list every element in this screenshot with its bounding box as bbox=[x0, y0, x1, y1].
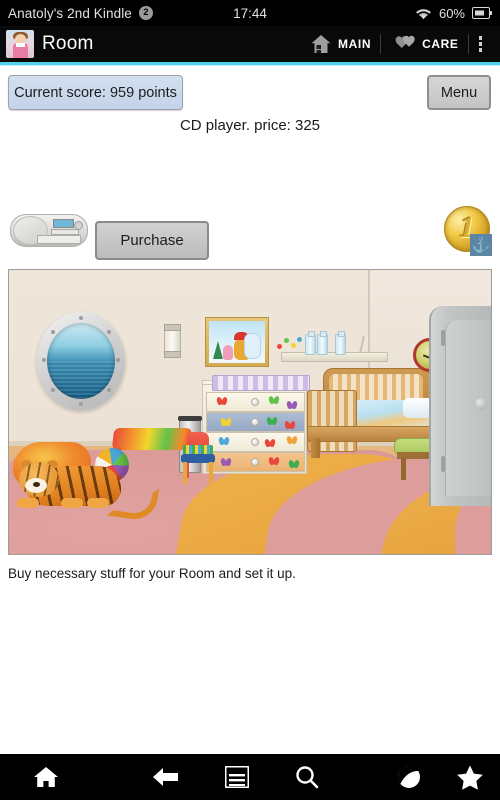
header-action-care-label: CARE bbox=[422, 37, 459, 51]
status-bar-right: 60% bbox=[415, 6, 492, 21]
notification-badge[interactable]: 2 bbox=[138, 6, 153, 20]
butterfly-dresser[interactable] bbox=[202, 384, 307, 474]
wifi-icon bbox=[415, 7, 432, 20]
back-arrow-icon bbox=[153, 766, 179, 788]
nav-favorites-button[interactable] bbox=[457, 765, 483, 790]
home-icon bbox=[33, 765, 59, 789]
nav-center-group bbox=[92, 765, 380, 789]
menu-icon bbox=[225, 766, 249, 788]
battery-percent: 60% bbox=[438, 5, 465, 21]
header-actions: MAIN CARE bbox=[301, 26, 494, 62]
header-action-main[interactable]: MAIN bbox=[301, 26, 380, 62]
star-icon bbox=[457, 765, 483, 790]
nav-search-button[interactable] bbox=[295, 765, 319, 789]
page-title: Room bbox=[42, 33, 94, 54]
room-scene-image[interactable] bbox=[8, 269, 492, 555]
battery-icon bbox=[472, 7, 492, 19]
porthole-window[interactable] bbox=[37, 312, 125, 410]
header-action-main-label: MAIN bbox=[338, 37, 372, 51]
search-icon bbox=[295, 765, 319, 789]
winnie-the-pooh-picture[interactable] bbox=[205, 317, 269, 367]
cd-player-icon bbox=[10, 207, 88, 249]
dresser-top-mat bbox=[212, 375, 310, 391]
rainbow-table[interactable] bbox=[111, 428, 193, 450]
header-action-care[interactable]: CARE bbox=[381, 26, 467, 62]
nav-back-button[interactable] bbox=[153, 766, 179, 788]
nav-browser-button[interactable] bbox=[397, 765, 421, 789]
item-title: CD player. price: 325 bbox=[179, 117, 321, 134]
purchase-button[interactable]: Purchase bbox=[95, 221, 209, 260]
bottom-navigation-bar bbox=[0, 754, 500, 800]
app-header: Room MAIN CARE bbox=[0, 26, 500, 62]
nav-home-button[interactable] bbox=[0, 754, 92, 800]
door[interactable] bbox=[429, 306, 491, 506]
overflow-menu-icon[interactable] bbox=[469, 36, 495, 52]
baby-bottle-2 bbox=[317, 331, 328, 355]
hanging-toy bbox=[277, 336, 302, 350]
status-bar-left: Anatoly's 2nd Kindle 2 bbox=[8, 6, 153, 21]
status-bar: Anatoly's 2nd Kindle 2 17:44 60% bbox=[0, 0, 500, 26]
main-content: Current score: 959 points Menu CD player… bbox=[0, 66, 500, 758]
baby-bottle-3 bbox=[335, 331, 346, 355]
nav-right-group bbox=[380, 765, 500, 790]
avatar-girl-icon[interactable] bbox=[6, 30, 34, 58]
current-score-button[interactable]: Current score: 959 points bbox=[8, 75, 183, 110]
hearts-icon bbox=[390, 34, 416, 54]
baby-bottle-1 bbox=[305, 331, 316, 355]
scene-caption: Buy necessary stuff for your Room and se… bbox=[8, 566, 296, 581]
device-name: Anatoly's 2nd Kindle bbox=[8, 5, 132, 21]
wall-sconce[interactable] bbox=[164, 324, 181, 358]
menu-button[interactable]: Menu bbox=[427, 75, 491, 110]
house-icon bbox=[310, 34, 332, 54]
anchor-icon: ⚓ bbox=[470, 234, 492, 256]
currency-indicator[interactable]: 1 ⚓ bbox=[444, 206, 492, 256]
browser-globe-icon bbox=[397, 765, 421, 789]
nav-menu-button[interactable] bbox=[225, 766, 249, 788]
